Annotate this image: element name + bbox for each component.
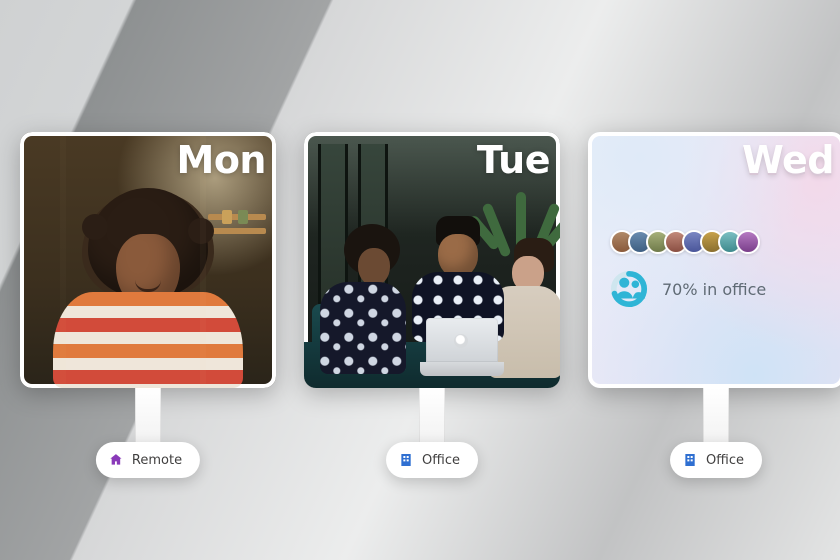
day-card-panel: Wed [588, 132, 840, 388]
location-label: Remote [132, 453, 182, 468]
location-pill-office[interactable]: Office [670, 442, 762, 478]
home-icon [108, 452, 124, 468]
occupancy-panel: 70% in office [610, 230, 822, 308]
laptop-illustration [420, 318, 504, 376]
occupancy-text: 70% in office [662, 280, 766, 299]
day-cards-row: Mon Remote [0, 132, 840, 388]
day-card-mon[interactable]: Mon Remote [20, 132, 276, 388]
location-label: Office [706, 453, 744, 468]
person-illustration [398, 210, 510, 378]
day-card-image: Mon [20, 132, 276, 388]
day-card-wed[interactable]: Wed [588, 132, 840, 388]
day-label: Tue [477, 138, 550, 182]
location-pill-remote[interactable]: Remote [96, 442, 200, 478]
workweek-stage: Mon Remote [0, 0, 840, 560]
shelf-decor [208, 228, 266, 234]
attendee-avatars[interactable] [610, 230, 822, 254]
occupancy-row: 70% in office [610, 270, 822, 308]
occupancy-donut [610, 270, 648, 308]
building-icon [682, 452, 698, 468]
day-card-image: Tue [304, 132, 560, 388]
people-icon [610, 270, 648, 308]
day-card-tue[interactable]: Tue Office [304, 132, 560, 388]
avatar[interactable] [736, 230, 760, 254]
building-icon [398, 452, 414, 468]
day-label: Wed [742, 138, 834, 182]
location-pill-office[interactable]: Office [386, 442, 478, 478]
person-illustration [314, 224, 410, 374]
day-label: Mon [177, 138, 266, 182]
location-label: Office [422, 453, 460, 468]
person-illustration [43, 178, 253, 388]
